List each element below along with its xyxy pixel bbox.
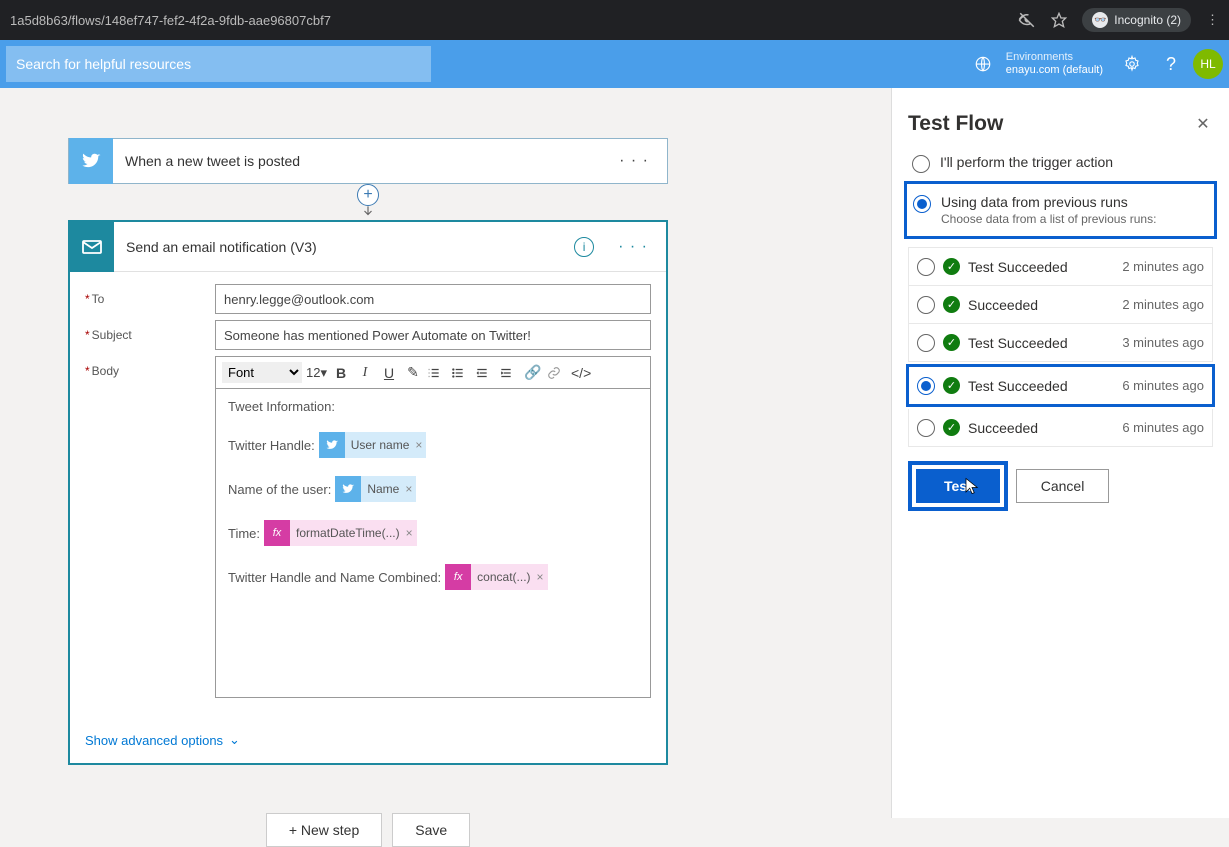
run-list: ✓ Test Succeeded 2 minutes ago ✓ Succeed… [908,247,1213,447]
close-panel-icon[interactable]: ✕ [1193,114,1213,134]
body-line-3: Time: fx formatDateTime(...) × [228,520,638,546]
radio-icon [917,258,935,276]
run-item[interactable]: ✓ Test Succeeded 3 minutes ago [908,324,1213,362]
fx-icon: fx [264,520,290,546]
highlight-test-button: Test [908,461,1008,511]
token-concat[interactable]: fx concat(...) × [445,564,547,590]
list-bullet-icon[interactable] [451,366,471,380]
save-button[interactable]: Save [392,813,470,847]
body-line-1: Twitter Handle: User name × [228,432,638,458]
size-select[interactable]: 12 ▾ [306,365,327,381]
cancel-button[interactable]: Cancel [1016,469,1110,503]
action-header[interactable]: Send an email notification (V3) i · · · [70,222,666,272]
check-icon: ✓ [943,296,960,313]
trigger-title: When a new tweet is posted [113,153,601,169]
eye-off-icon[interactable] [1018,11,1036,29]
run-item-selected[interactable]: ✓ Test Succeeded 6 minutes ago [906,364,1215,407]
environment-selector[interactable]: Environments enayu.com (default) [1006,51,1103,77]
browser-bar: 1a5d8b63/flows/148ef747-fef2-4f2a-9fdb-a… [0,0,1229,40]
token-name[interactable]: Name × [335,476,416,502]
body-line-2: Name of the user: Name × [228,476,638,502]
check-icon: ✓ [943,377,960,394]
indent-icon[interactable] [499,366,519,380]
close-icon[interactable]: × [537,570,544,584]
search-input[interactable] [6,46,431,82]
env-label: Environments [1006,51,1103,64]
check-icon: ✓ [943,258,960,275]
url-text: 1a5d8b63/flows/148ef747-fef2-4f2a-9fdb-a… [10,13,1018,28]
token-username[interactable]: User name × [319,432,427,458]
close-icon[interactable]: × [415,438,422,452]
trigger-card[interactable]: When a new tweet is posted · · · [68,138,668,184]
underline-icon[interactable]: U [379,365,399,381]
editor-toolbar: Font 12 ▾ B I U ✎ 🔗 </> [215,356,651,388]
radio-previous-runs[interactable]: Using data from previous runs Choose dat… [909,188,1212,232]
settings-icon[interactable] [1123,55,1155,73]
list-num-icon[interactable] [427,366,447,380]
close-icon[interactable]: × [405,482,412,496]
subject-input[interactable] [215,320,651,350]
body-editor[interactable]: Tweet Information: Twitter Handle: User … [215,388,651,698]
radio-icon [917,334,935,352]
run-item[interactable]: ✓ Test Succeeded 2 minutes ago [908,247,1213,286]
chevron-down-icon: ⌄ [229,732,240,748]
action-title: Send an email notification (V3) [114,239,574,255]
radio-icon [917,296,935,314]
unlink-icon[interactable] [547,366,567,380]
avatar[interactable]: HL [1193,49,1223,79]
twitter-icon [69,138,113,184]
check-icon: ✓ [943,419,960,436]
info-icon[interactable]: i [574,237,594,257]
body-line-4: Twitter Handle and Name Combined: fx con… [228,564,638,590]
incognito-icon: 👓 [1092,12,1108,28]
new-step-button[interactable]: + New step [266,813,382,847]
close-icon[interactable]: × [406,526,413,540]
connector: + [68,184,668,220]
browser-menu-icon[interactable]: ⋮ [1206,12,1219,28]
run-item[interactable]: ✓ Succeeded 6 minutes ago [908,409,1213,447]
incognito-text: Incognito (2) [1114,13,1181,27]
action-menu-icon[interactable]: · · · [600,238,666,256]
token-formatdatetime[interactable]: fx formatDateTime(...) × [264,520,417,546]
check-icon: ✓ [943,334,960,351]
mail-icon [70,222,114,272]
help-icon[interactable]: ? [1155,54,1187,75]
code-icon[interactable]: </> [571,365,591,381]
radio-icon [917,419,935,437]
app-header: Environments enayu.com (default) ? HL [0,40,1229,88]
env-value: enayu.com (default) [1006,64,1103,77]
body-line-0: Tweet Information: [228,399,638,414]
bold-icon[interactable]: B [331,365,351,381]
outdent-icon[interactable] [475,366,495,380]
incognito-badge: 👓 Incognito (2) [1082,8,1191,32]
link-icon[interactable]: 🔗 [523,364,543,381]
test-flow-panel: Test Flow ✕ I'll perform the trigger act… [891,88,1229,818]
test-button[interactable]: Test [916,469,1000,503]
advanced-options-link[interactable]: Show advanced options ⌄ [70,724,666,763]
star-icon[interactable] [1051,12,1067,28]
action-card: Send an email notification (V3) i · · · … [68,220,668,765]
radio-perform-trigger[interactable]: I'll perform the trigger action [908,148,1213,179]
radio-icon [913,195,931,213]
color-icon[interactable]: ✎ [403,364,423,381]
label-subject: *Subject [85,320,215,342]
to-input[interactable] [215,284,651,314]
twitter-icon [319,432,345,458]
twitter-icon [335,476,361,502]
add-step-button[interactable]: + [357,184,379,206]
fx-icon: fx [445,564,471,590]
arrow-down-icon [361,204,375,218]
radio-icon [912,155,930,173]
label-body: *Body [85,356,215,378]
highlight-previous-runs: Using data from previous runs Choose dat… [904,181,1217,239]
radio-icon [917,377,935,395]
environment-icon[interactable] [974,55,1006,73]
trigger-menu-icon[interactable]: · · · [601,152,667,170]
font-select[interactable]: Font [222,362,302,383]
panel-title: Test Flow [908,112,1003,136]
italic-icon[interactable]: I [355,365,375,381]
run-item[interactable]: ✓ Succeeded 2 minutes ago [908,286,1213,324]
label-to: *To [85,284,215,306]
